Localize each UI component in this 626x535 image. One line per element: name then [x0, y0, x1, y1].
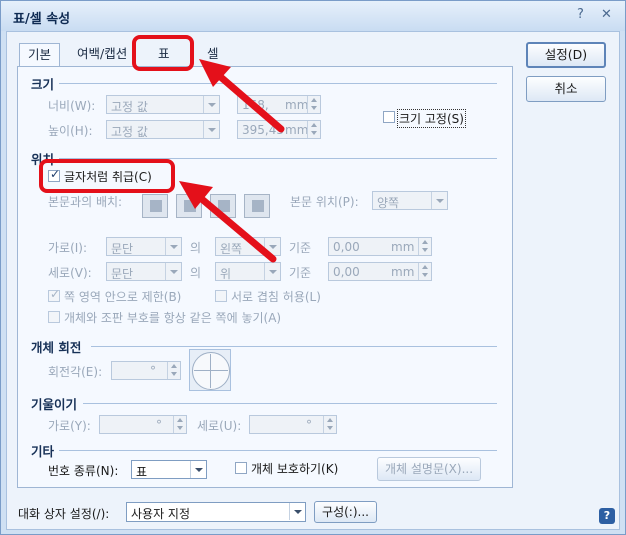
same-page-checkbox[interactable]	[48, 311, 60, 323]
close-icon[interactable]: ✕	[601, 7, 612, 22]
spinner-icon[interactable]	[418, 263, 431, 280]
spinner-icon[interactable]	[307, 96, 320, 113]
restrict-to-page-checkbox[interactable]: ✓	[48, 287, 60, 302]
wrap-square-icon[interactable]	[142, 194, 168, 218]
fix-size-checkbox[interactable]	[383, 111, 395, 123]
vertical-offset-input[interactable]: 0,00 mm	[328, 262, 432, 281]
section-divider	[59, 450, 497, 451]
allow-overlap-label: 서로 겹침 허용(L)	[231, 290, 321, 304]
chevron-down-icon	[203, 121, 219, 138]
horizontal-label: 가로(I):	[48, 241, 88, 255]
object-description-button[interactable]: 개체 설명문(X)...	[377, 457, 481, 481]
highlight-box-treat-as-char	[39, 159, 175, 193]
number-type-label: 번호 종류(N):	[48, 464, 119, 478]
vertical-align-select[interactable]: 위	[215, 262, 281, 281]
dialog-title: 표/셀 속성	[13, 12, 71, 27]
rotation-angle-label: 회전각(E):	[48, 365, 103, 379]
width-label: 너비(W):	[48, 99, 96, 113]
number-type-select[interactable]: 표	[131, 460, 207, 479]
chevron-down-icon	[264, 238, 280, 255]
width-input[interactable]: 168, mm	[237, 95, 321, 114]
height-label: 높이(H):	[48, 124, 93, 138]
horizontal-align-select[interactable]: 왼쪽	[215, 237, 281, 256]
dialog-window: 표/셀 속성 ? ✕ 기본 여백/캡션 표 셀 크기 너비(W): 고정 값 1…	[0, 0, 626, 535]
section-divider	[59, 83, 497, 84]
rotation-preview-icon	[189, 349, 231, 391]
rotation-angle-input[interactable]: °	[111, 361, 181, 380]
tab-basic[interactable]: 기본	[19, 43, 61, 67]
help-icon[interactable]: ?	[599, 508, 615, 524]
config-button[interactable]: 구성(:)...	[314, 501, 377, 523]
spinner-icon[interactable]	[323, 416, 336, 433]
wrap-label: 본문과의 배치:	[48, 195, 123, 209]
section-size: 크기	[31, 77, 55, 92]
vertical-ref-select[interactable]: 문단	[106, 262, 182, 281]
spinner-icon[interactable]	[173, 416, 186, 433]
ok-button[interactable]: 설정(D)	[526, 42, 606, 68]
dialog-setting-select[interactable]: 사용자 지정	[126, 502, 306, 522]
spinner-icon[interactable]	[307, 121, 320, 138]
spinner-icon[interactable]	[167, 362, 180, 379]
help-icon[interactable]: ?	[577, 7, 584, 22]
chevron-down-icon	[165, 263, 181, 280]
highlight-box-table-tab	[132, 35, 194, 71]
wrap-in-front-icon[interactable]	[244, 194, 270, 218]
height-input[interactable]: 395,43 mm	[237, 120, 321, 139]
horizontal-offset-input[interactable]: 0,00 mm	[328, 237, 432, 256]
chevron-down-icon	[431, 192, 447, 209]
skew-y-label: 세로(U):	[197, 419, 242, 433]
same-page-label: 개체와 조판 부호를 항상 같은 쪽에 놓기(A)	[64, 311, 282, 325]
tab-margin-caption[interactable]: 여백/캡션	[77, 43, 127, 67]
section-skew: 기울이기	[31, 397, 78, 412]
section-divider	[91, 346, 497, 347]
width-mode-select[interactable]: 고정 값	[106, 95, 220, 114]
dialog-setting-label: 대화 상자 설정(/):	[18, 507, 110, 521]
allow-overlap-checkbox[interactable]	[215, 290, 227, 302]
tab-cell[interactable]: 셀	[207, 43, 219, 67]
skew-x-label: 가로(Y):	[48, 419, 91, 433]
section-rotation: 개체 회전	[31, 340, 82, 355]
chevron-down-icon	[264, 263, 280, 280]
cancel-button[interactable]: 취소	[526, 76, 606, 102]
vertical-of-label: 의	[190, 266, 202, 280]
protect-object-label: 개체 보호하기(K)	[251, 462, 339, 476]
skew-y-input[interactable]: °	[249, 415, 337, 434]
vertical-label: 세로(V):	[48, 266, 92, 280]
section-misc: 기타	[31, 444, 55, 459]
horizontal-of-label: 의	[190, 241, 202, 255]
protect-object-checkbox[interactable]	[235, 462, 247, 474]
wrap-behind-text-icon[interactable]	[210, 194, 236, 218]
wrap-top-bottom-icon[interactable]	[176, 194, 202, 218]
body-position-label: 본문 위치(P):	[290, 195, 359, 209]
skew-x-input[interactable]: °	[99, 415, 187, 434]
restrict-to-page-label: 쪽 영역 안으로 제한(B)	[64, 290, 182, 304]
horizontal-basis-label: 기준	[289, 241, 312, 255]
vertical-basis-label: 기준	[289, 266, 312, 280]
chevron-down-icon	[289, 503, 305, 520]
chevron-down-icon	[190, 461, 206, 478]
spinner-icon[interactable]	[418, 238, 431, 255]
title-bar: 표/셀 속성 ? ✕	[1, 1, 625, 31]
chevron-down-icon	[165, 238, 181, 255]
chevron-down-icon	[203, 96, 219, 113]
section-divider	[83, 403, 497, 404]
body-position-select[interactable]: 양쪽	[372, 191, 448, 210]
height-mode-select[interactable]: 고정 값	[106, 120, 220, 139]
fix-size-label: 크기 고정(S)	[397, 109, 466, 128]
horizontal-ref-select[interactable]: 문단	[106, 237, 182, 256]
